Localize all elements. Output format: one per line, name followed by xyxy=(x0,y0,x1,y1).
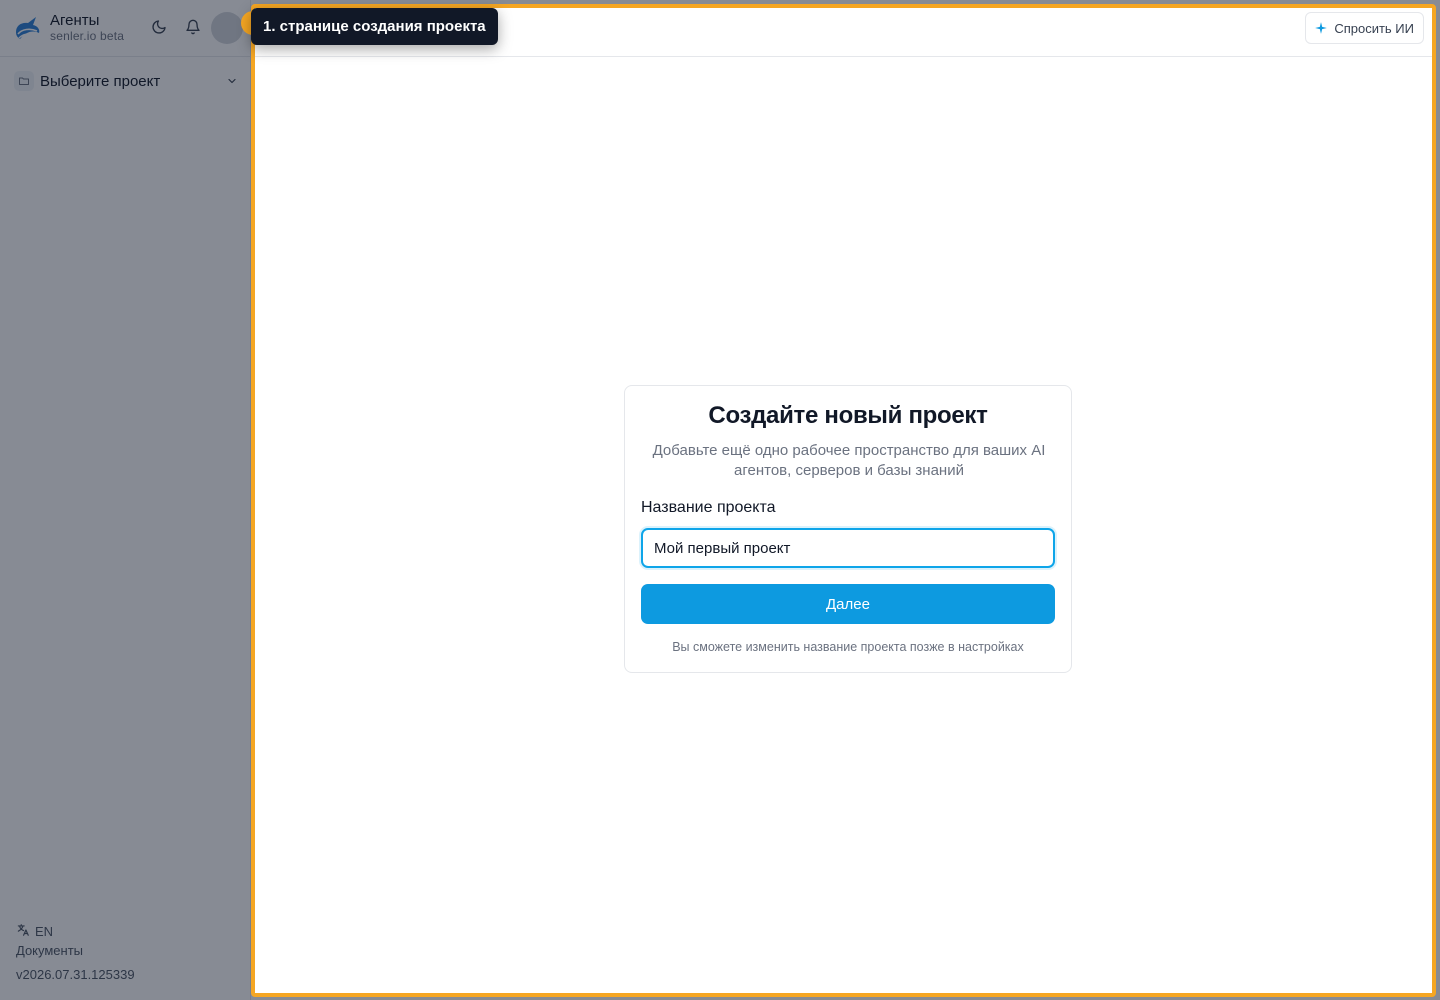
sidebar-divider xyxy=(0,56,251,57)
notifications-bell-icon[interactable] xyxy=(182,16,204,38)
translate-icon xyxy=(16,923,30,940)
brand-title: Агенты xyxy=(50,12,100,30)
card-title: Создайте новый проект xyxy=(708,402,988,429)
create-project-card: Создайте новый проект Добавьте ещё одно … xyxy=(624,385,1072,673)
sidebar-footer: EN Документы v2026.07.31.125339 xyxy=(16,922,135,984)
theme-toggle-moon-icon[interactable] xyxy=(148,16,170,38)
next-button[interactable]: Далее xyxy=(641,584,1055,624)
app-version: v2026.07.31.125339 xyxy=(16,967,135,982)
tour-tooltip: 1. странице создания проекта xyxy=(251,8,498,45)
ask-ai-label: Спросить ИИ xyxy=(1334,20,1414,36)
sidebar: Агенты senler.io beta Выберите проект EN… xyxy=(0,0,251,1000)
language-switcher[interactable]: EN xyxy=(16,922,135,940)
senler-logo-icon xyxy=(12,12,44,44)
chevron-down-icon xyxy=(224,73,240,89)
brand[interactable]: Агенты senler.io beta xyxy=(12,12,124,44)
user-avatar[interactable] xyxy=(211,12,243,44)
sparkle-icon xyxy=(1314,21,1328,35)
project-name-label: Название проекта xyxy=(641,499,776,516)
brand-subtitle: senler.io beta xyxy=(50,28,125,43)
main-content-highlight: Спросить ИИ Создайте новый проект Добавь… xyxy=(251,4,1436,997)
ask-ai-button[interactable]: Спросить ИИ xyxy=(1305,12,1424,44)
folder-icon xyxy=(14,71,34,91)
project-selector-label: Выберите проект xyxy=(40,72,161,90)
brand-text: Агенты senler.io beta xyxy=(50,13,124,43)
docs-link[interactable]: Документы xyxy=(16,942,135,960)
card-hint: Вы сможете изменить название проекта поз… xyxy=(672,640,1024,654)
language-label: EN xyxy=(35,923,54,939)
project-name-input[interactable] xyxy=(641,528,1055,568)
card-subtitle: Добавьте ещё одно рабочее пространство д… xyxy=(652,442,1046,479)
project-selector[interactable]: Выберите проект xyxy=(12,66,244,96)
